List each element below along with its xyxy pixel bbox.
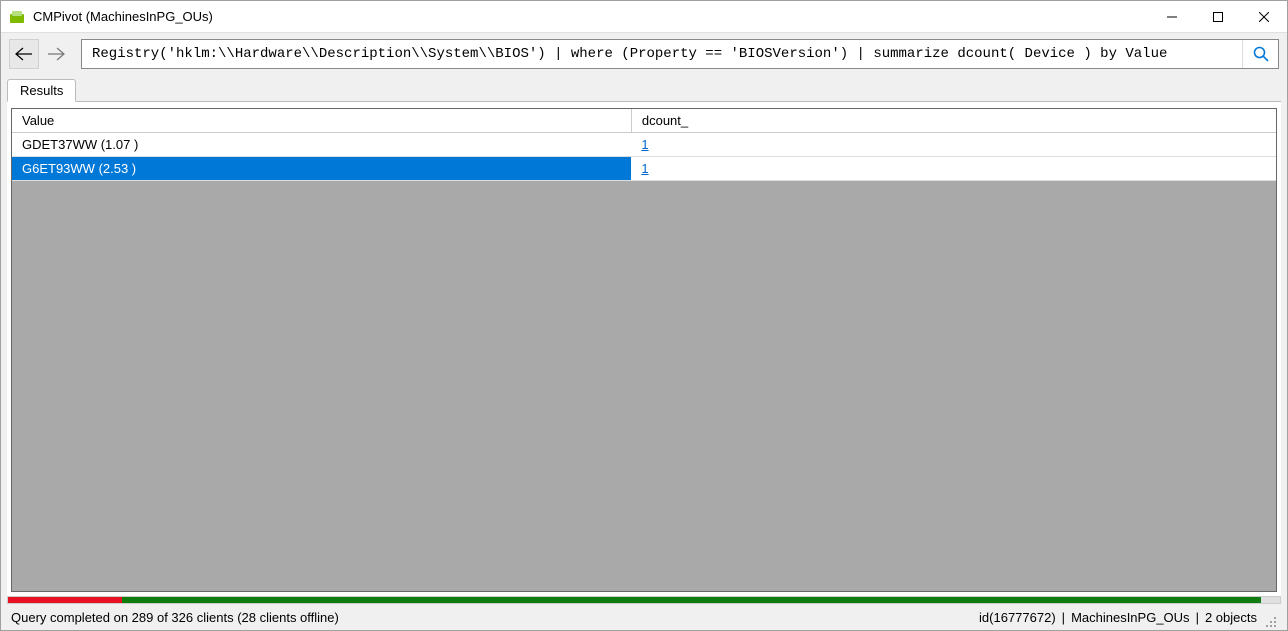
status-sep: | — [1196, 610, 1199, 625]
forward-button[interactable] — [41, 39, 71, 69]
toolbar — [1, 33, 1287, 75]
dcount-link[interactable]: 1 — [641, 161, 648, 176]
table-row[interactable]: G6ET93WW (2.53 ) 1 — [12, 157, 1276, 181]
minimize-button[interactable] — [1149, 1, 1195, 32]
progress-complete-segment — [122, 597, 1260, 603]
progress-remaining-segment — [1261, 597, 1280, 603]
search-icon — [1252, 45, 1270, 63]
query-input[interactable] — [82, 40, 1242, 68]
results-grid: Value dcount_ GDET37WW (1.07 ) 1 G6ET93W… — [11, 108, 1277, 592]
progress-bar — [7, 596, 1281, 604]
status-id: id(16777672) — [979, 610, 1056, 625]
cell-dcount: 1 — [631, 157, 1276, 181]
results-panel: Value dcount_ GDET37WW (1.07 ) 1 G6ET93W… — [7, 101, 1281, 596]
dcount-link[interactable]: 1 — [641, 137, 648, 152]
close-button[interactable] — [1241, 1, 1287, 32]
window-controls — [1149, 1, 1287, 32]
cell-dcount: 1 — [631, 133, 1276, 157]
app-icon — [9, 9, 25, 25]
window: CMPivot (MachinesInPG_OUs) — [0, 0, 1288, 631]
tab-results[interactable]: Results — [7, 79, 76, 102]
status-collection: MachinesInPG_OUs — [1071, 610, 1190, 625]
cell-value: G6ET93WW (2.53 ) — [12, 157, 631, 181]
grid-empty-area — [12, 181, 1276, 591]
status-sep: | — [1062, 610, 1065, 625]
run-query-button[interactable] — [1242, 40, 1278, 68]
status-message: Query completed on 289 of 326 clients (2… — [11, 610, 973, 625]
column-header-value[interactable]: Value — [12, 109, 631, 133]
table-row[interactable]: GDET37WW (1.07 ) 1 — [12, 133, 1276, 157]
query-box — [81, 39, 1279, 69]
tabstrip: Results — [1, 75, 1287, 101]
back-button[interactable] — [9, 39, 39, 69]
titlebar: CMPivot (MachinesInPG_OUs) — [1, 1, 1287, 33]
progress-offline-segment — [8, 597, 122, 603]
status-object-count: 2 objects — [1205, 610, 1257, 625]
resize-grip-icon[interactable] — [1263, 614, 1277, 628]
maximize-button[interactable] — [1195, 1, 1241, 32]
window-title: CMPivot (MachinesInPG_OUs) — [31, 9, 1149, 24]
column-header-dcount[interactable]: dcount_ — [631, 109, 1276, 133]
status-bar: Query completed on 289 of 326 clients (2… — [1, 604, 1287, 630]
cell-value: GDET37WW (1.07 ) — [12, 133, 631, 157]
